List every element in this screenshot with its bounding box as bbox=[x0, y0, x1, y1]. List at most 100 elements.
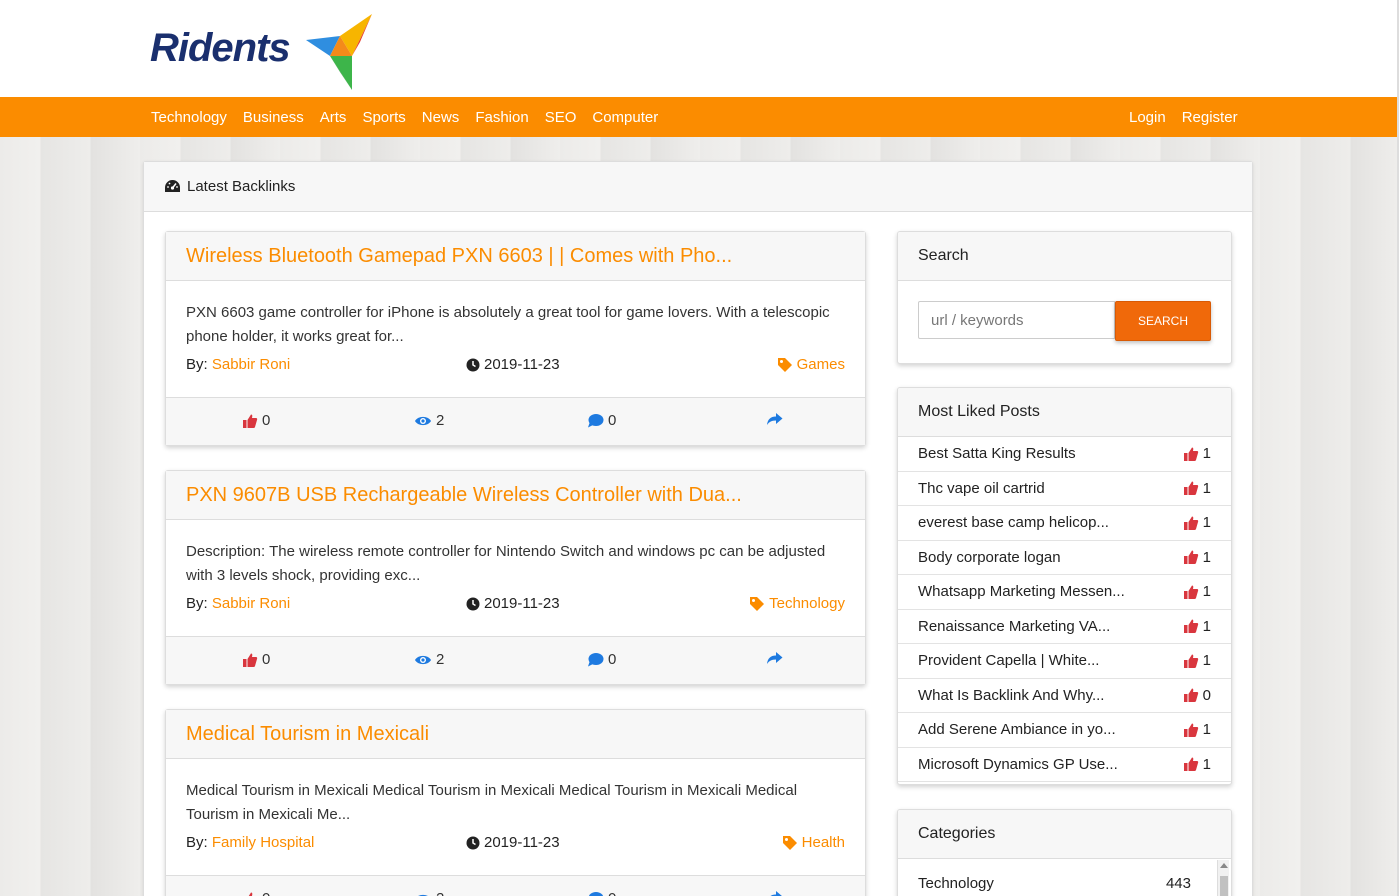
nav-fashion[interactable]: Fashion bbox=[475, 109, 528, 126]
most-liked-widget: Most Liked Posts Best Satta King Results… bbox=[897, 387, 1232, 785]
post-body: Description: The wireless remote control… bbox=[166, 520, 865, 636]
like-count: 0 bbox=[262, 651, 271, 668]
eye-icon bbox=[417, 894, 429, 896]
scroll-up-arrow-icon[interactable] bbox=[1220, 863, 1228, 868]
nav-computer[interactable]: Computer bbox=[592, 109, 658, 126]
post-title[interactable]: Medical Tourism in Mexicali bbox=[166, 710, 865, 759]
tag-icon bbox=[777, 357, 792, 372]
most-liked-label: Thc vape oil cartrid bbox=[918, 479, 1045, 497]
nav-sports[interactable]: Sports bbox=[362, 109, 405, 126]
like-count: 0 bbox=[1202, 686, 1211, 704]
nav-technology[interactable]: Technology bbox=[151, 109, 227, 126]
search-button[interactable]: SEARCH bbox=[1115, 301, 1211, 341]
most-liked-item[interactable]: everest base camp helicop... 1 bbox=[898, 506, 1231, 541]
comment-icon bbox=[588, 892, 604, 896]
most-liked-item[interactable]: Add Serene Ambiance in yo... 1 bbox=[898, 713, 1231, 748]
post-date: 2019-11-23 bbox=[466, 356, 560, 373]
share-button[interactable] bbox=[766, 651, 787, 665]
tag-icon bbox=[750, 596, 765, 611]
post-title[interactable]: PXN 9607B USB Rechargeable Wireless Cont… bbox=[166, 471, 865, 520]
share-button[interactable] bbox=[766, 890, 787, 896]
post-date: 2019-11-23 bbox=[466, 834, 560, 851]
nav-news[interactable]: News bbox=[422, 109, 460, 126]
origami-bird-icon bbox=[306, 14, 372, 90]
most-liked-item[interactable]: Renaissance Marketing VA... 1 bbox=[898, 610, 1231, 644]
site-logo[interactable]: Ridents bbox=[150, 12, 380, 92]
like-count: 1 bbox=[1202, 617, 1211, 635]
post-actions: 0 2 0 bbox=[166, 875, 865, 896]
register-link[interactable]: Register bbox=[1182, 109, 1238, 126]
most-liked-count: 1 bbox=[1183, 445, 1211, 462]
most-liked-label: everest base camp helicop... bbox=[918, 514, 1109, 532]
most-liked-label: Add Serene Ambiance in yo... bbox=[918, 721, 1116, 739]
most-liked-count: 1 bbox=[1183, 549, 1211, 566]
post-category[interactable]: Technology bbox=[749, 595, 845, 612]
thumbs-up-icon bbox=[1183, 585, 1198, 599]
comment-count: 0 bbox=[608, 890, 616, 896]
like-count: 1 bbox=[1202, 548, 1211, 566]
post-actions: 0 2 0 bbox=[166, 397, 865, 445]
author-link[interactable]: Family Hospital bbox=[212, 834, 315, 851]
share-button[interactable] bbox=[766, 412, 787, 426]
search-widget: Search SEARCH bbox=[897, 231, 1232, 364]
post-description: Medical Tourism in Mexicali Medical Tour… bbox=[186, 782, 798, 823]
post-card: Wireless Bluetooth Gamepad PXN 6603 | | … bbox=[165, 231, 866, 446]
auth-links: Login Register bbox=[1129, 97, 1254, 137]
most-liked-item[interactable]: Microsoft Dynamics GP Use... 1 bbox=[898, 748, 1231, 782]
login-link[interactable]: Login bbox=[1129, 109, 1166, 126]
post-category[interactable]: Health bbox=[782, 834, 845, 851]
nav-links: Technology Business Arts Sports News Fas… bbox=[151, 97, 674, 137]
like-button[interactable]: 0 bbox=[242, 890, 270, 896]
panel-header: Latest Backlinks bbox=[144, 162, 1252, 212]
like-count: 0 bbox=[262, 412, 271, 429]
categories-scrollbar[interactable] bbox=[1217, 860, 1229, 896]
post-title[interactable]: Wireless Bluetooth Gamepad PXN 6603 | | … bbox=[166, 232, 865, 281]
view-count: 2 bbox=[436, 651, 445, 668]
like-count: 1 bbox=[1202, 755, 1211, 773]
most-liked-item[interactable]: What Is Backlink And Why... 0 bbox=[898, 679, 1231, 713]
search-input[interactable] bbox=[918, 301, 1115, 339]
like-button[interactable]: 0 bbox=[242, 412, 270, 429]
nav-seo[interactable]: SEO bbox=[545, 109, 577, 126]
most-liked-item[interactable]: Best Satta King Results 1 bbox=[898, 437, 1231, 472]
category-item[interactable]: Technology 443 bbox=[898, 859, 1231, 896]
most-liked-item[interactable]: Provident Capella | White... 1 bbox=[898, 644, 1231, 679]
category-text: Health bbox=[801, 834, 845, 851]
nav-arts[interactable]: Arts bbox=[320, 109, 347, 126]
thumbs-up-icon bbox=[1183, 516, 1198, 530]
most-liked-item[interactable]: Whatsapp Marketing Messen... 1 bbox=[898, 575, 1231, 610]
views-indicator: 2 bbox=[414, 651, 444, 668]
thumbs-up-icon bbox=[248, 892, 257, 896]
scrollbar-thumb[interactable] bbox=[1220, 876, 1228, 896]
thumbs-up-icon bbox=[1183, 619, 1198, 634]
like-button[interactable]: 0 bbox=[242, 651, 270, 668]
most-liked-list: Best Satta King Results 1 Thc vape oil car… bbox=[898, 437, 1231, 782]
most-liked-label: Body corporate logan bbox=[918, 548, 1061, 566]
comment-button[interactable]: 0 bbox=[587, 651, 616, 668]
thumbs-up-icon bbox=[1183, 723, 1198, 737]
nav-business[interactable]: Business bbox=[243, 109, 304, 126]
author-link[interactable]: Sabbir Roni bbox=[212, 595, 290, 612]
post-meta: By: Sabbir Roni 2019-11-23 Games bbox=[186, 356, 845, 378]
most-liked-item[interactable]: Thc vape oil cartrid 1 bbox=[898, 472, 1231, 506]
comment-button[interactable]: 0 bbox=[587, 890, 616, 896]
date-text: 2019-11-23 bbox=[484, 595, 560, 612]
most-liked-count: 1 bbox=[1183, 583, 1211, 600]
view-count: 2 bbox=[436, 412, 445, 429]
author-link[interactable]: Sabbir Roni bbox=[212, 356, 290, 373]
comment-count: 0 bbox=[608, 651, 617, 668]
share-arrow-icon bbox=[767, 652, 783, 664]
comment-icon bbox=[588, 653, 604, 667]
post-meta: By: Family Hospital 2019-11-23 Health bbox=[186, 834, 845, 856]
categories-title: Categories bbox=[898, 810, 1231, 859]
search-form: SEARCH bbox=[898, 281, 1231, 361]
share-arrow-icon bbox=[770, 891, 782, 896]
comment-button[interactable]: 0 bbox=[587, 412, 616, 429]
thumbs-up-icon bbox=[243, 653, 258, 667]
most-liked-item[interactable]: Body corporate logan 1 bbox=[898, 541, 1231, 575]
categories-widget: Categories Technology 443 bbox=[897, 809, 1232, 896]
post-meta: By: Sabbir Roni 2019-11-23 Technology bbox=[186, 595, 845, 617]
post-author: By: Family Hospital bbox=[186, 834, 314, 851]
like-count: 1 bbox=[1202, 514, 1211, 532]
post-category[interactable]: Games bbox=[777, 356, 845, 373]
